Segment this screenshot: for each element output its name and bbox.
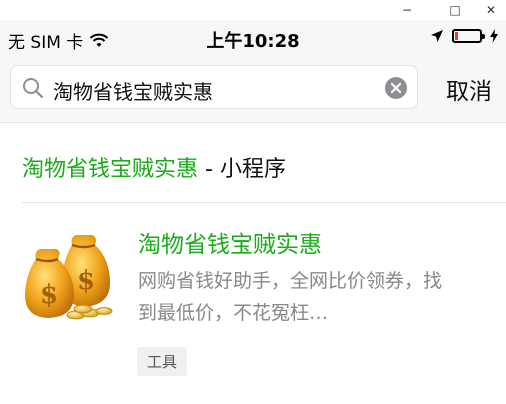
mini-program-description: 网购省钱好助手，全网比价领券，找到最低价，不花冤枉… bbox=[138, 270, 443, 324]
battery-icon bbox=[452, 29, 485, 43]
section-title: 淘物省钱宝贼实惠 - 小程序 bbox=[22, 151, 286, 183]
carrier-info: 无 SIM 卡 bbox=[8, 28, 109, 53]
carrier-label: 无 SIM 卡 bbox=[8, 33, 84, 53]
close-button[interactable]: ✕ bbox=[476, 0, 506, 20]
minimize-button[interactable]: − bbox=[392, 0, 422, 20]
search-row: 淘物省钱宝贼实惠 取消 bbox=[0, 56, 506, 123]
search-input[interactable]: 淘物省钱宝贼实惠 bbox=[10, 65, 418, 109]
category-tag: 工具 bbox=[137, 347, 188, 376]
window-title-bar: − □ ✕ bbox=[0, 0, 506, 20]
location-arrow-icon bbox=[431, 30, 443, 42]
section-title-highlight: 淘物省钱宝贼实惠 bbox=[22, 157, 199, 182]
maximize-button[interactable]: □ bbox=[440, 0, 470, 20]
svg-text:$: $ bbox=[40, 280, 58, 310]
search-query-text[interactable]: 淘物省钱宝贼实惠 bbox=[53, 76, 213, 105]
battery-tip bbox=[482, 34, 485, 39]
search-results: 淘物省钱宝贼实惠 - 小程序 $ $ 淘物省钱宝贼实惠 网购省钱好助手，全网比价… bbox=[0, 123, 506, 404]
section-title-suffix: - 小程序 bbox=[198, 157, 286, 182]
charging-bolt-icon bbox=[490, 29, 498, 43]
search-icon bbox=[23, 78, 44, 99]
clear-search-icon[interactable] bbox=[385, 77, 407, 99]
battery-level bbox=[455, 32, 458, 40]
svg-text:$: $ bbox=[77, 266, 95, 296]
mini-program-name: 淘物省钱宝贼实惠 bbox=[138, 232, 322, 258]
mini-program-result[interactable]: $ $ 淘物省钱宝贼实惠 网购省钱好助手，全网比价领券，找到最低价，不花冤枉… … bbox=[0, 203, 506, 403]
money-bags-icon: $ $ bbox=[25, 235, 113, 320]
status-right-group bbox=[430, 29, 498, 43]
status-bar: 无 SIM 卡 上午10:28 bbox=[0, 20, 506, 56]
cancel-button[interactable]: 取消 bbox=[446, 72, 492, 106]
wifi-icon bbox=[90, 33, 109, 47]
